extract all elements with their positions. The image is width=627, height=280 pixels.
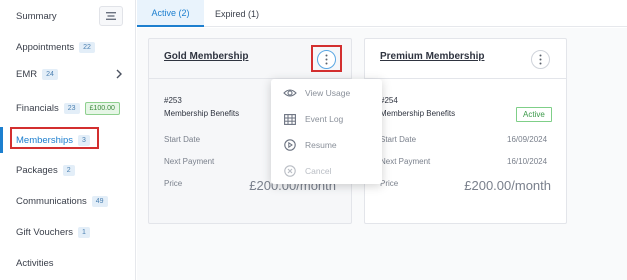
table-icon [283,112,297,126]
menu-item-event-log[interactable]: Event Log [271,106,382,132]
menu-item-label: Resume [305,140,337,150]
count-badge: 49 [91,195,108,207]
status-badge: Active [516,107,552,122]
chevron-right-icon[interactable] [114,68,124,80]
highlight-box [10,127,99,149]
next-payment-label: Next Payment [380,157,431,166]
sidebar-item-label: Communications [16,195,87,207]
sidebar-item-label: Appointments [16,41,75,53]
next-payment-value: 16/10/2024 [507,157,548,166]
card-title[interactable]: Premium Membership [380,51,484,62]
sidebar-item-label: Financials [16,102,59,114]
menu-item-label: View Usage [305,88,351,98]
sidebar-item-packages[interactable]: Packages 2 [0,157,136,183]
price-label: Price [164,179,183,188]
membership-tabs: Active (2) Expired (1) [137,0,627,27]
sidebar-item-label: Gift Vouchers [16,226,74,238]
list-icon [106,12,116,20]
close-circle-icon [283,164,297,178]
tab-label: Expired (1) [214,8,259,19]
menu-item-label: Event Log [305,114,344,124]
eye-icon [283,86,297,100]
menu-item-resume[interactable]: Resume [271,132,382,158]
sidebar-item-gift-vouchers[interactable]: Gift Vouchers 1 [0,219,136,245]
sidebar-item-label: EMR [16,68,38,80]
next-payment-label: Next Payment [164,157,215,166]
count-badge: 22 [79,41,95,53]
membership-number: #253 [164,96,182,105]
sidebar-item-financials[interactable]: Financials 23 £100.00 [0,95,136,121]
menu-item-view-usage[interactable]: View Usage [271,80,382,106]
sidebar-item-activities[interactable]: Activities [0,250,136,276]
tab-expired[interactable]: Expired (1) [204,0,270,27]
active-indicator [0,127,3,153]
card-title[interactable]: Gold Membership [164,51,248,62]
count-badge: 2 [62,164,75,176]
sidebar-item-appointments[interactable]: Appointments 22 [0,34,136,60]
sidebar-item-label: Summary [16,10,57,22]
membership-benefits: Membership Benefits [380,109,456,118]
start-date-label: Start Date [164,135,201,144]
sidebar-item-label: Activities [16,257,54,269]
menu-item-label: Cancel [305,166,332,176]
kebab-icon [539,54,542,65]
price-value: £200.00/month [464,178,551,193]
count-badge: 1 [78,226,90,238]
tab-active[interactable]: Active (2) [137,0,204,27]
play-circle-icon [283,138,297,152]
membership-actions-menu: View Usage Event Log Resume Cancel [271,79,382,184]
price-label: Price [380,179,399,188]
collapse-sidebar-button[interactable] [99,6,123,26]
start-date-label: Start Date [380,135,417,144]
more-options-button[interactable] [531,50,550,69]
sidebar: Summary Appointments 22 EMR 24 Financial… [0,0,136,280]
count-badge: 24 [42,68,58,80]
membership-number: #254 [380,96,398,105]
start-date-value: 16/09/2024 [507,135,548,144]
highlight-box [311,45,342,72]
menu-item-cancel[interactable]: Cancel [271,158,382,184]
membership-card-premium: Premium Membership #254 Membership Benef… [364,38,567,224]
balance-badge: £100.00 [84,101,120,115]
count-badge: 23 [63,102,80,114]
membership-benefits: Membership Benefits [164,109,240,118]
sidebar-item-label: Packages [16,164,58,176]
sidebar-item-communications[interactable]: Communications 49 [0,188,136,214]
tab-label: Active (2) [151,7,190,18]
